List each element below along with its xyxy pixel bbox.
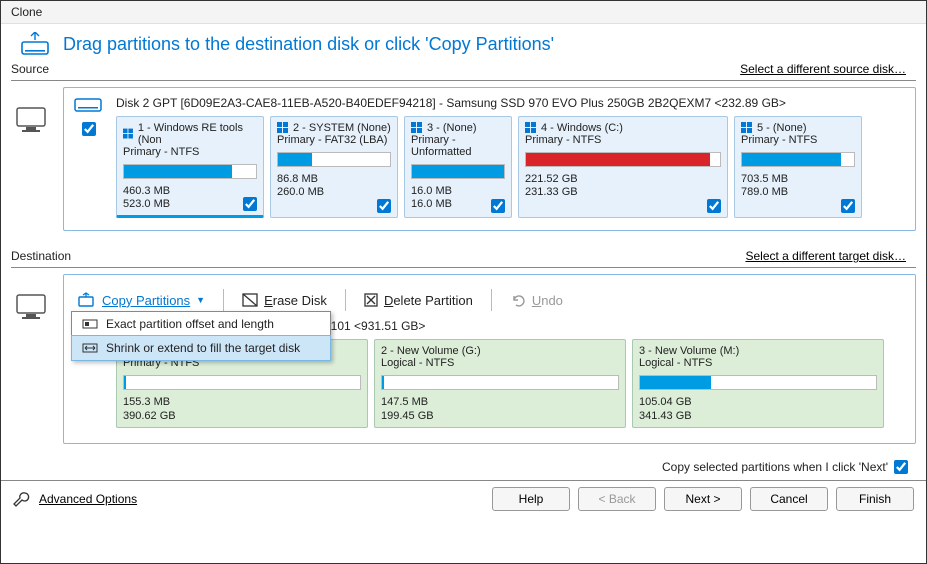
menu-shrink-extend[interactable]: Shrink or extend to fill the target disk [71, 335, 331, 361]
partition-sizes: 147.5 MB199.45 GB [381, 396, 434, 422]
erase-icon [242, 293, 258, 307]
partition-subtitle: Primary - Unformatted [411, 134, 505, 158]
destination-toolbar: Copy Partitions ▼ Erase Disk Delete Part… [74, 283, 905, 317]
back-button: < Back [578, 487, 656, 511]
partition-card[interactable]: 2 - SYSTEM (None) Primary - FAT32 (LBA) … [270, 116, 398, 218]
header-instruction: Drag partitions to the destination disk … [63, 34, 554, 55]
usage-bar [639, 375, 877, 390]
shrink-extend-icon [82, 342, 98, 354]
next-button[interactable]: Next > [664, 487, 742, 511]
delete-icon [364, 293, 378, 307]
source-label-row: Source Select a different source disk… [1, 60, 926, 80]
usage-bar [741, 152, 855, 167]
help-button[interactable]: Help [492, 487, 570, 511]
menu-shrink-label: Shrink or extend to fill the target disk [106, 341, 300, 355]
select-source-link[interactable]: Select a different source disk… [740, 62, 906, 76]
partition-title: 3 - (None) [411, 122, 505, 134]
partition-checkbox[interactable] [243, 197, 257, 211]
delete-partition-button[interactable]: Delete Partition [360, 291, 477, 310]
partition-checkbox[interactable] [491, 199, 505, 213]
source-disk-box: Disk 2 GPT [6D09E2A3-CAE8-11EB-A520-B40E… [63, 87, 916, 231]
partition-subtitle: Logical - NTFS [381, 357, 619, 369]
partition-checkbox[interactable] [841, 199, 855, 213]
windows-icon [277, 122, 289, 134]
windows-icon [525, 122, 537, 134]
usage-bar [381, 375, 619, 390]
copy-next-checkbox[interactable] [894, 460, 908, 474]
partition-card[interactable]: 2 - New Volume (G:) Logical - NTFS 147.5… [374, 339, 626, 427]
partition-title: 3 - New Volume (M:) [639, 345, 877, 357]
menu-exact-offset[interactable]: Exact partition offset and length [72, 312, 330, 336]
usage-bar [525, 152, 721, 167]
partition-title: 2 - SYSTEM (None) [277, 122, 391, 134]
destination-pane: Copy Partitions ▼ Erase Disk Delete Part… [1, 274, 926, 444]
title-bar: Clone [1, 1, 926, 24]
partition-subtitle: Primary - NTFS [525, 134, 721, 146]
source-disk-title: Disk 2 GPT [6D09E2A3-CAE8-11EB-A520-B40E… [116, 96, 905, 110]
partition-subtitle: Primary - NTFS [741, 134, 855, 146]
partition-sizes: 105.04 GB341.43 GB [639, 396, 692, 422]
advanced-options-link[interactable]: Advanced Options [39, 492, 137, 506]
source-all-checkbox[interactable] [82, 122, 96, 136]
copy-partitions-menu: Exact partition offset and length Shrink… [71, 311, 331, 361]
wrench-icon [13, 490, 31, 508]
windows-icon [123, 128, 134, 140]
copy-partitions-icon [78, 292, 96, 308]
copy-partitions-button[interactable]: Copy Partitions ▼ [74, 290, 209, 310]
erase-disk-button[interactable]: Erase Disk [238, 291, 331, 310]
usage-bar [411, 164, 505, 179]
exact-offset-icon [82, 318, 98, 330]
cancel-button[interactable]: Cancel [750, 487, 828, 511]
partition-checkbox[interactable] [377, 199, 391, 213]
separator [11, 267, 916, 268]
disk-drag-icon [21, 32, 51, 56]
partition-sizes: 703.5 MB789.0 MB [741, 173, 788, 199]
monitor-icon [16, 107, 46, 133]
partition-sizes: 86.8 MB260.0 MB [277, 173, 324, 199]
partition-sizes: 16.0 MB16.0 MB [411, 185, 452, 211]
partition-sizes: 221.52 GB231.33 GB [525, 173, 578, 199]
partition-title: 2 - New Volume (G:) [381, 345, 619, 357]
monitor-icon [16, 294, 46, 320]
destination-disk-box: Copy Partitions ▼ Erase Disk Delete Part… [63, 274, 916, 444]
header: Drag partitions to the destination disk … [1, 24, 926, 60]
undo-icon [510, 293, 526, 307]
destination-label: Destination [11, 249, 71, 263]
partition-sizes: 460.3 MB523.0 MB [123, 185, 170, 211]
partition-title: 4 - Windows (C:) [525, 122, 721, 134]
partition-title: 1 - Windows RE tools (Non [123, 122, 257, 146]
footer-option-row: Copy selected partitions when I click 'N… [1, 454, 926, 480]
partition-sizes: 155.3 MB390.62 GB [123, 396, 176, 422]
windows-icon [411, 122, 423, 134]
partition-title: 5 - (None) [741, 122, 855, 134]
partition-card[interactable]: 5 - (None) Primary - NTFS 703.5 MB789.0 … [734, 116, 862, 218]
window-title: Clone [11, 5, 42, 19]
partition-checkbox[interactable] [707, 199, 721, 213]
partition-subtitle: Logical - NTFS [639, 357, 877, 369]
partition-subtitle: Primary - FAT32 (LBA) [277, 134, 391, 146]
disk-icon [74, 96, 104, 114]
partition-card[interactable]: 3 - (None) Primary - Unformatted 16.0 MB… [404, 116, 512, 218]
source-label: Source [11, 62, 49, 76]
undo-button: Undo [506, 291, 567, 310]
usage-bar [123, 375, 361, 390]
usage-bar [277, 152, 391, 167]
separator [11, 80, 916, 81]
partition-card[interactable]: 4 - Windows (C:) Primary - NTFS 221.52 G… [518, 116, 728, 218]
copy-partitions-label: Copy Partitions [102, 293, 190, 308]
select-target-link[interactable]: Select a different target disk… [745, 249, 906, 263]
menu-exact-label: Exact partition offset and length [106, 317, 274, 331]
source-pane: Disk 2 GPT [6D09E2A3-CAE8-11EB-A520-B40E… [1, 87, 926, 231]
partition-card[interactable]: 1 - Windows RE tools (Non Primary - NTFS… [116, 116, 264, 218]
partition-card[interactable]: 3 - New Volume (M:) Logical - NTFS 105.0… [632, 339, 884, 427]
destination-label-row: Destination Select a different target di… [1, 247, 926, 267]
copy-next-label: Copy selected partitions when I click 'N… [662, 460, 888, 474]
finish-button[interactable]: Finish [836, 487, 914, 511]
windows-icon [741, 122, 753, 134]
partition-subtitle: Primary - NTFS [123, 146, 257, 158]
footer-buttons: Advanced Options Help < Back Next > Canc… [1, 480, 926, 517]
source-partitions: 1 - Windows RE tools (Non Primary - NTFS… [116, 116, 905, 218]
usage-bar [123, 164, 257, 179]
